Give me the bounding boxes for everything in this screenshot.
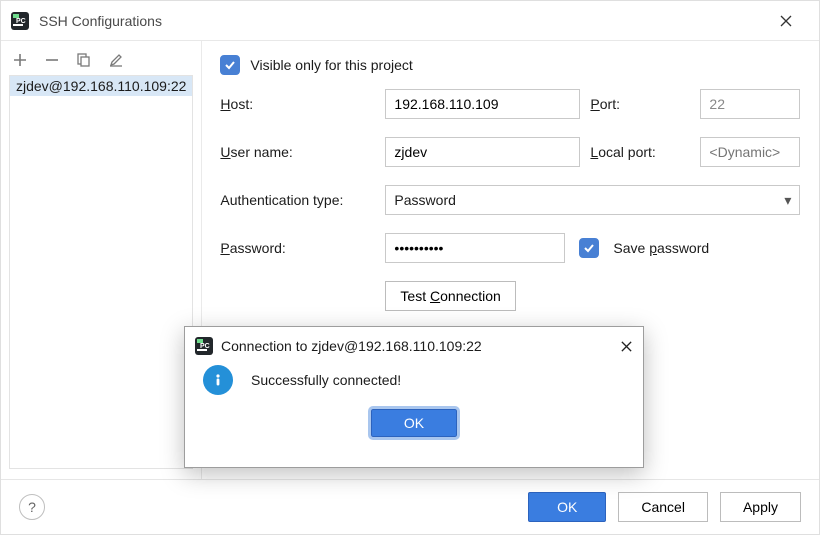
pencil-icon: [109, 53, 123, 67]
port-input[interactable]: [700, 89, 800, 119]
minus-icon: [45, 53, 59, 67]
save-password-checkbox[interactable]: [579, 238, 599, 258]
left-pane: zjdev@192.168.110.109:22: [1, 41, 202, 479]
auth-type-value: Password: [394, 192, 455, 208]
cancel-button[interactable]: Cancel: [618, 492, 708, 522]
port-label: Port:: [590, 96, 690, 112]
ok-button[interactable]: OK: [528, 492, 606, 522]
save-password-label: Save password: [613, 240, 709, 256]
form-grid: Host: Port: User name: Local port: Authe…: [220, 89, 800, 311]
auth-type-label: Authentication type:: [220, 192, 375, 208]
connection-result-modal: PC Connection to zjdev@192.168.110.109:2…: [184, 326, 644, 468]
host-input[interactable]: [385, 89, 580, 119]
modal-body: Successfully connected!: [185, 365, 643, 395]
svg-text:PC: PC: [200, 343, 210, 350]
close-icon: [620, 340, 633, 353]
titlebar: PC SSH Configurations: [1, 1, 819, 41]
pycharm-icon: PC: [195, 337, 213, 355]
check-icon: [583, 242, 595, 254]
copy-icon: [77, 53, 91, 67]
auth-type-select[interactable]: Password ▾: [385, 185, 800, 215]
help-icon: ?: [28, 499, 36, 515]
modal-title: Connection to zjdev@192.168.110.109:22: [221, 338, 620, 354]
copy-button[interactable]: [77, 53, 91, 67]
chevron-down-icon: ▾: [784, 192, 791, 209]
dialog-footer: ? OK Cancel Apply: [1, 479, 819, 534]
user-input[interactable]: [385, 137, 580, 167]
local-port-input[interactable]: [700, 137, 800, 167]
window-title: SSH Configurations: [39, 13, 779, 29]
user-label: User name:: [220, 144, 375, 160]
config-list[interactable]: zjdev@192.168.110.109:22: [9, 75, 193, 469]
apply-button[interactable]: Apply: [720, 492, 801, 522]
visible-only-row: Visible only for this project: [220, 55, 800, 75]
modal-ok-button[interactable]: OK: [371, 409, 457, 437]
test-connection-button[interactable]: Test Connection: [385, 281, 515, 311]
add-button[interactable]: [13, 53, 27, 67]
window-close-button[interactable]: [779, 14, 809, 28]
local-port-label: Local port:: [590, 144, 690, 160]
plus-icon: [13, 53, 27, 67]
host-label: Host:: [220, 96, 375, 112]
modal-close-button[interactable]: [620, 340, 633, 353]
visible-only-checkbox[interactable]: [220, 55, 240, 75]
password-input[interactable]: [385, 233, 565, 263]
pycharm-icon: PC: [11, 12, 29, 30]
password-row: Save password: [385, 233, 800, 263]
password-label: Password:: [220, 240, 375, 256]
test-connection-row: Test Connection: [385, 281, 800, 311]
edit-button[interactable]: [109, 53, 123, 67]
list-toolbar: [9, 51, 193, 75]
modal-message: Successfully connected!: [251, 372, 401, 388]
modal-titlebar: PC Connection to zjdev@192.168.110.109:2…: [185, 327, 643, 365]
check-icon: [224, 59, 236, 71]
info-icon: [203, 365, 233, 395]
modal-footer: OK: [185, 409, 643, 437]
svg-text:PC: PC: [16, 18, 26, 25]
remove-button[interactable]: [45, 53, 59, 67]
close-icon: [779, 14, 793, 28]
help-button[interactable]: ?: [19, 494, 45, 520]
list-item[interactable]: zjdev@192.168.110.109:22: [10, 76, 192, 96]
visible-only-label: Visible only for this project: [250, 57, 412, 73]
